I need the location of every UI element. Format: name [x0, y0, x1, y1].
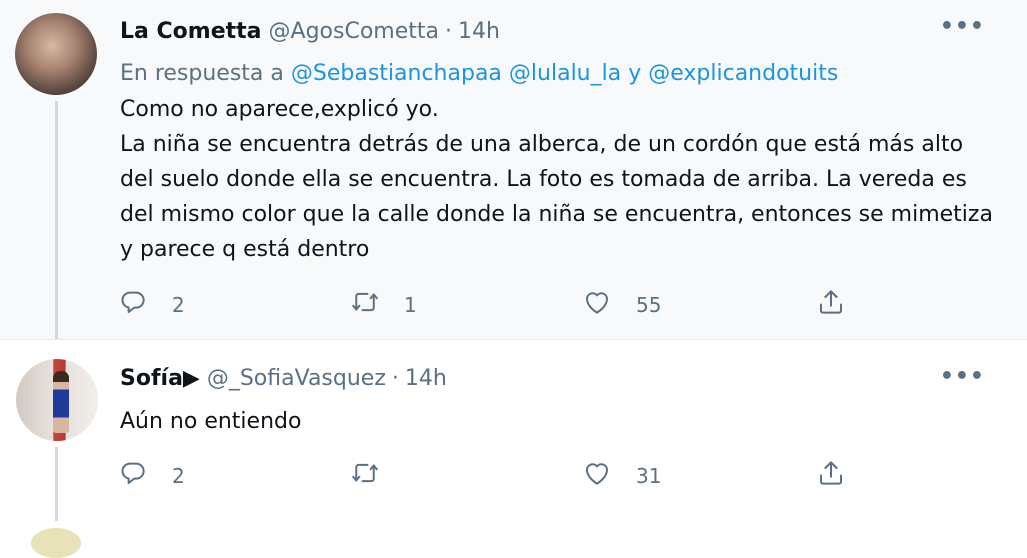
reply-prefix: En respuesta a — [120, 61, 291, 86]
retweet-button[interactable] — [350, 458, 380, 493]
reply-icon — [118, 287, 148, 322]
like-count: 55 — [636, 292, 662, 317]
thread-line — [55, 101, 58, 339]
tweet[interactable]: Sofía▶ @_SofiaVasquez · 14h ••• Aún no e… — [0, 340, 1027, 535]
tweet-actions: 2 1 55 — [118, 287, 858, 319]
tweet-header: La Cometta @AgosCometta · 14h — [120, 19, 500, 44]
display-name[interactable]: La Cometta — [120, 19, 262, 44]
share-button[interactable] — [816, 287, 846, 322]
avatar-figure — [53, 371, 69, 433]
reply-context: En respuesta a @Sebastianchapaa @lulalu_… — [120, 61, 838, 86]
tweet-text-line: La niña se encuentra detrás de una alber… — [120, 132, 993, 262]
tweet-actions: 2 31 — [118, 458, 858, 490]
tweet-text: Aún no entiendo — [120, 404, 1000, 439]
tweet-text-line: Aún no entiendo — [120, 409, 302, 434]
retweet-count: 1 — [404, 292, 417, 317]
retweet-icon — [350, 287, 380, 322]
like-button[interactable]: 55 — [582, 287, 661, 322]
share-button[interactable] — [816, 458, 846, 493]
tweet[interactable]: La Cometta @AgosCometta · 14h ••• En res… — [0, 0, 1027, 340]
avatar[interactable] — [15, 13, 97, 95]
mention-conjunction: y — [621, 61, 649, 86]
reply-button[interactable]: 2 — [118, 458, 185, 493]
reply-count: 2 — [172, 463, 185, 488]
heart-icon — [582, 458, 612, 493]
mention-link[interactable]: @Sebastianchapaa — [291, 61, 502, 86]
like-button[interactable]: 31 — [582, 458, 661, 493]
reply-count: 2 — [172, 292, 185, 317]
display-name[interactable]: Sofía▶ — [120, 366, 200, 391]
more-icon[interactable]: ••• — [940, 364, 985, 389]
separator-dot: · — [391, 366, 399, 391]
heart-icon — [582, 287, 612, 322]
retweet-button[interactable]: 1 — [350, 287, 417, 322]
user-handle[interactable]: @_SofiaVasquez — [207, 366, 386, 391]
timestamp[interactable]: 14h — [405, 366, 447, 391]
thread-line — [55, 447, 58, 521]
mention-link[interactable]: @explicandotuits — [648, 61, 838, 86]
tweet-text-line: Como no aparece,explicó yo. — [120, 97, 439, 122]
like-count: 31 — [636, 463, 662, 488]
retweet-icon — [350, 458, 380, 493]
tweet-text: Como no aparece,explicó yo. La niña se e… — [120, 92, 1000, 267]
mention-separator — [502, 61, 509, 86]
separator-dot: · — [444, 19, 452, 44]
tweet-header: Sofía▶ @_SofiaVasquez · 14h — [120, 366, 447, 391]
mention-link[interactable]: @lulalu_la — [509, 61, 621, 86]
avatar[interactable] — [16, 359, 98, 441]
more-icon[interactable]: ••• — [940, 14, 985, 39]
reply-button[interactable]: 2 — [118, 287, 185, 322]
user-handle[interactable]: @AgosCometta — [269, 19, 439, 44]
reply-icon — [118, 458, 148, 493]
timestamp[interactable]: 14h — [458, 19, 500, 44]
share-icon — [816, 287, 846, 322]
share-icon — [816, 458, 846, 493]
avatar[interactable] — [31, 528, 81, 558]
